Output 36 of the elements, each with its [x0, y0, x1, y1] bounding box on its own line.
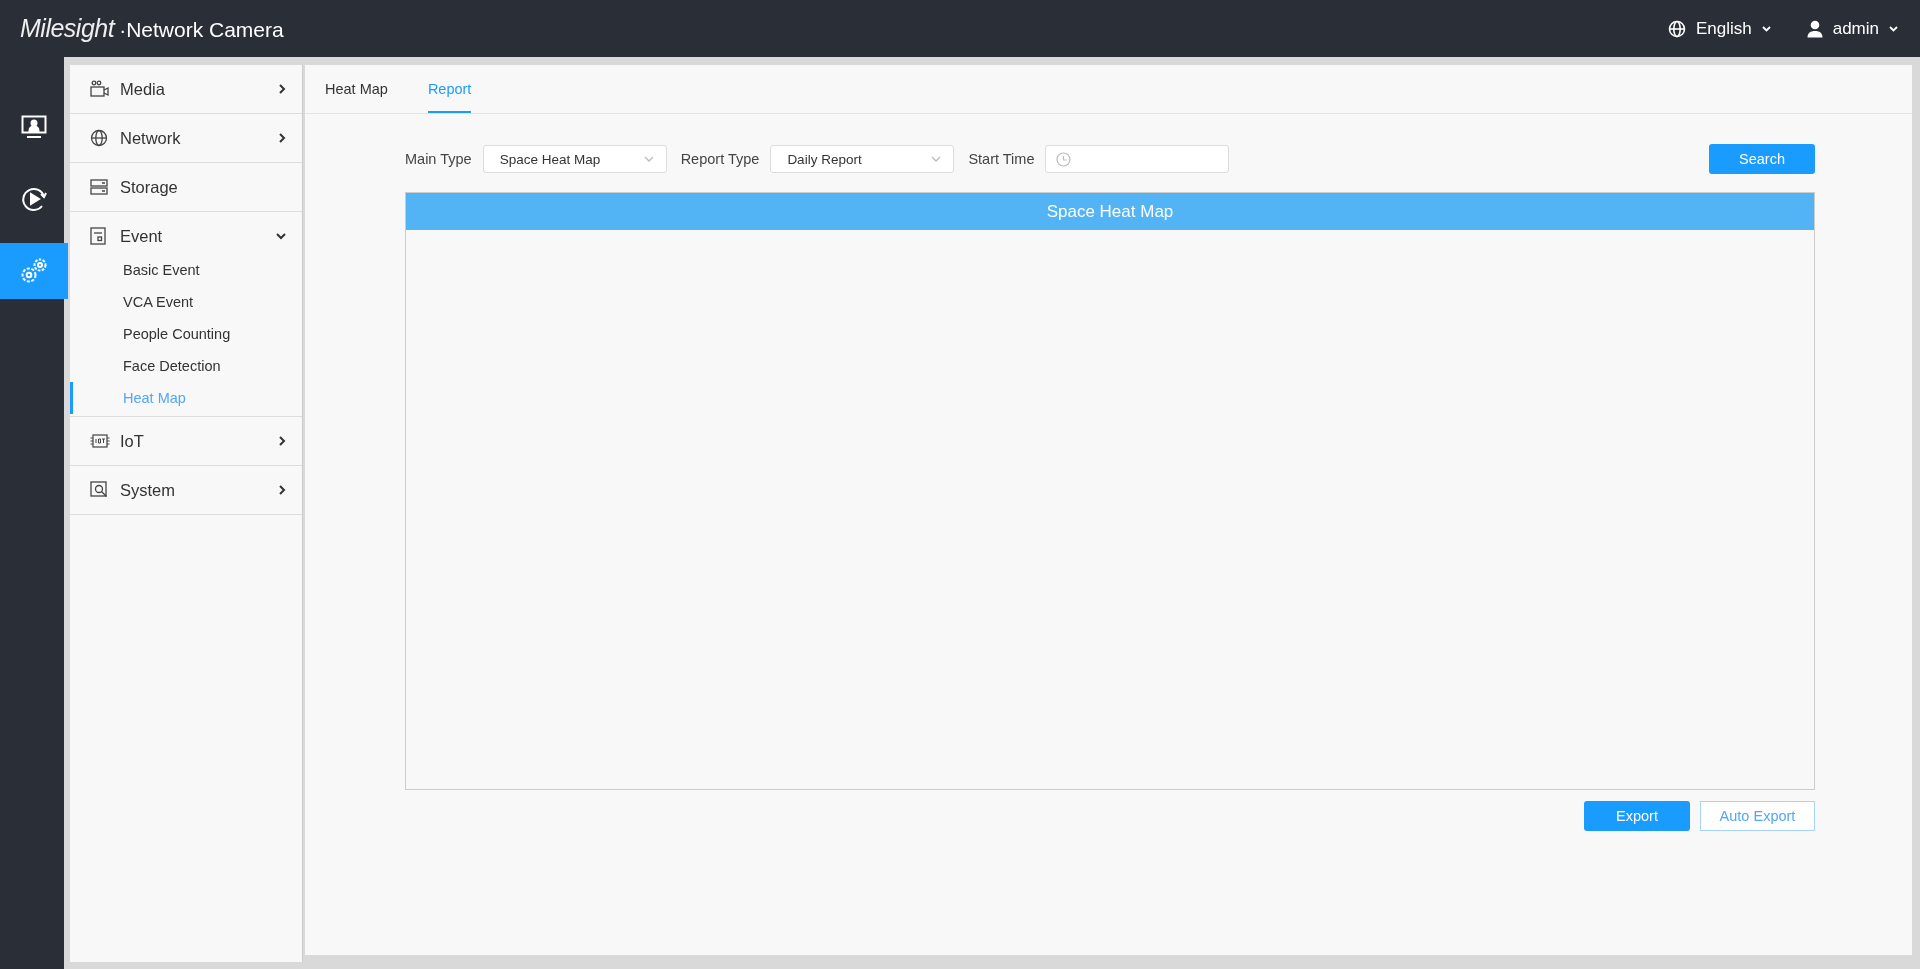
filter-label: Report Type — [680, 151, 760, 167]
caret-icon — [1889, 25, 1898, 32]
chevron-down-icon — [931, 156, 942, 162]
brand-logo: Milesight — [20, 14, 115, 43]
menu-item[interactable]: Media — [70, 65, 302, 113]
panel-title: Space Heat Map — [406, 193, 1814, 230]
dropdown[interactable]: Daily Report — [770, 145, 955, 173]
playback-icon — [21, 186, 47, 212]
menu-item[interactable]: Network — [70, 114, 302, 162]
camera-icon — [90, 80, 110, 98]
chevron-down-icon — [643, 156, 654, 162]
submenu-item[interactable]: VCA Event — [70, 286, 302, 318]
clock-icon — [1056, 151, 1072, 167]
globe-icon — [90, 129, 108, 147]
event-icon — [90, 227, 106, 245]
time-field[interactable] — [1045, 145, 1230, 173]
iot-chip-icon — [90, 433, 110, 449]
globe-icon — [1667, 19, 1686, 38]
monitor-icon — [21, 115, 47, 139]
dropdown[interactable]: Space Heat Map — [482, 145, 667, 173]
user-menu[interactable]: admin — [1806, 18, 1898, 39]
menu-item[interactable]: System — [70, 466, 302, 514]
tab[interactable]: Heat Map — [325, 65, 388, 113]
caret-icon — [1761, 25, 1771, 32]
product-title: ·Network Camera — [119, 18, 284, 42]
menu-item[interactable]: Storage — [70, 163, 302, 211]
filter-label: Start Time — [968, 151, 1035, 167]
settings-icon — [20, 257, 48, 285]
menu-item[interactable]: IoT — [70, 417, 302, 465]
filter-label: Main Type — [405, 151, 472, 167]
submenu-item[interactable]: Face Detection — [70, 350, 302, 382]
storage-icon — [90, 179, 108, 195]
submenu-item[interactable]: People Counting — [70, 318, 302, 350]
user-icon — [1806, 19, 1823, 38]
system-icon — [90, 481, 108, 499]
language-menu[interactable]: English — [1667, 18, 1771, 39]
